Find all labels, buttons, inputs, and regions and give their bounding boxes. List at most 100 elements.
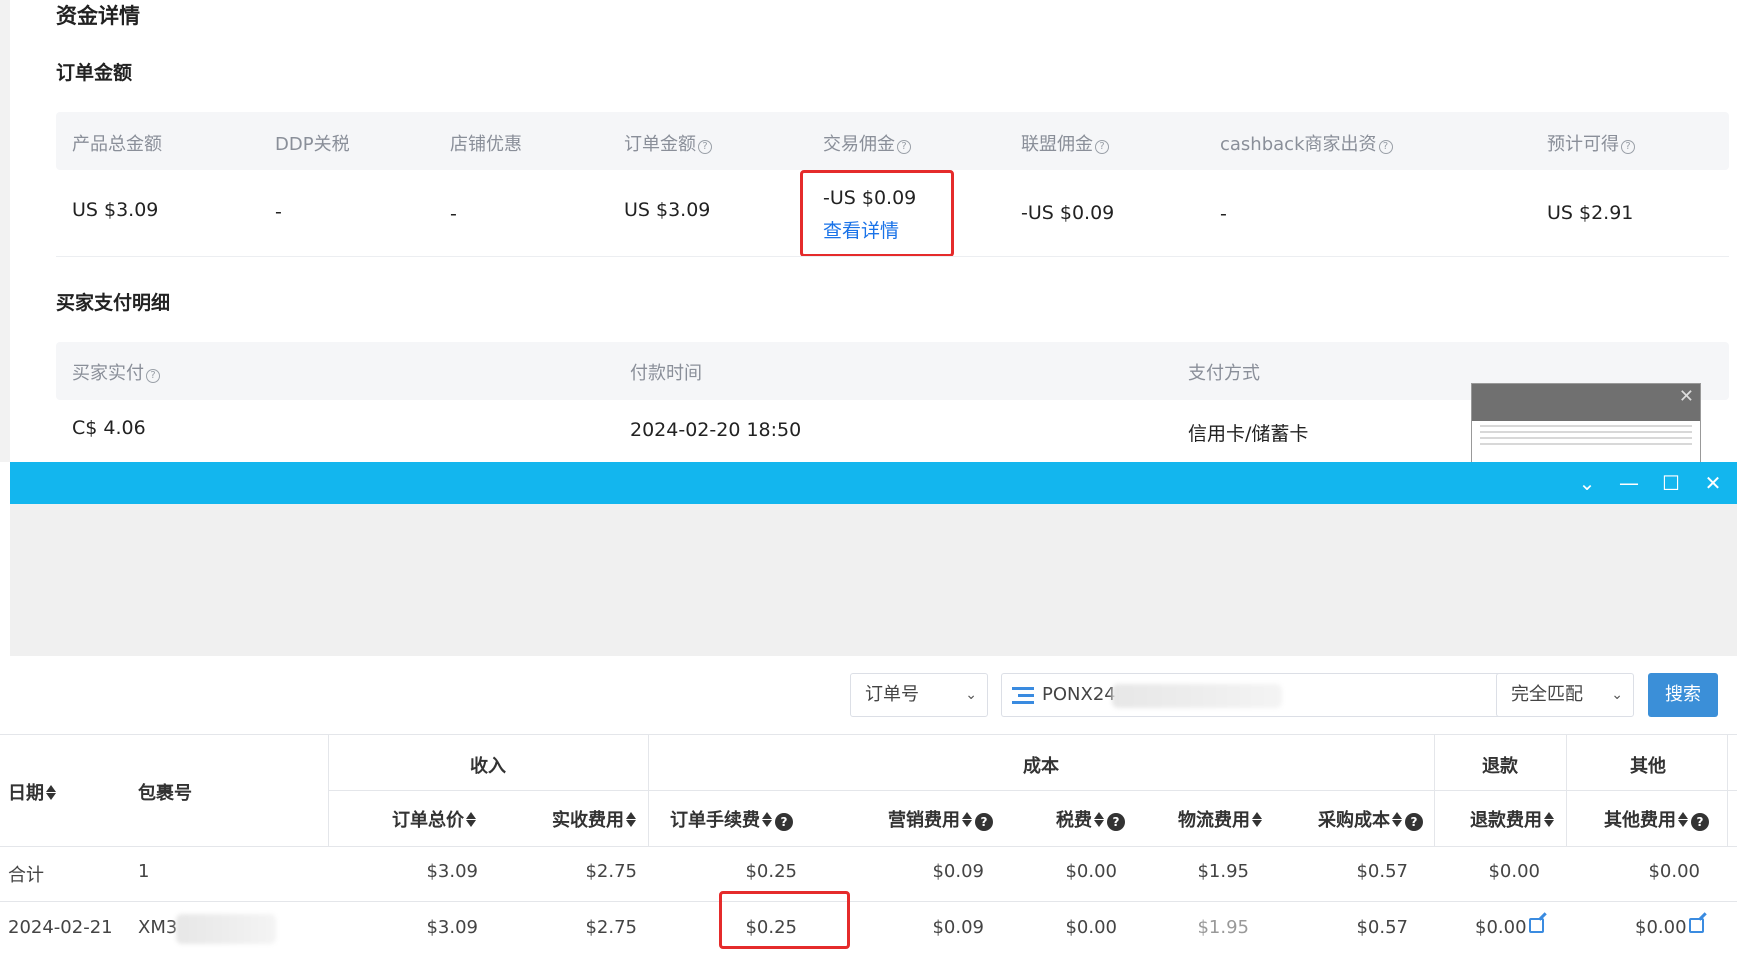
help-icon[interactable]: ? [897,140,911,154]
cell-refund-fee: $0.00 [1475,917,1544,938]
cell-marketing: $0.09 [932,917,984,938]
match-select-value: 完全匹配 [1511,684,1583,705]
sort-icon[interactable] [626,811,636,828]
sort-icon[interactable] [466,811,476,828]
cell-received: $2.75 [585,861,637,882]
page-title: 资金详情 [56,4,140,28]
field-select[interactable]: 订单号 ⌄ [850,673,988,717]
left-gutter [0,0,10,462]
col-order-fee[interactable]: 订单手续费? [670,806,793,832]
col-refund-fee-label: 退款费用 [1470,810,1542,831]
maximize-icon[interactable]: ☐ [1658,470,1684,496]
sort-icon[interactable] [762,811,772,828]
cell-pay-method: 信用卡/储蓄卡 [1188,423,1309,445]
sort-icon[interactable] [1094,811,1104,828]
window-titlebar[interactable]: ⌄ — ☐ ✕ [10,462,1737,504]
close-icon[interactable]: ✕ [1700,470,1726,496]
th-order-amount-label: 订单金额 [624,134,696,155]
group-other: 其他 [1630,756,1666,777]
close-icon[interactable]: ✕ [1679,388,1694,406]
th-expected-label: 预计可得 [1547,134,1619,155]
cell-logistics: $1.95 [1197,861,1249,882]
col-marketing[interactable]: 营销费用? [888,806,993,832]
group-refund: 退款 [1482,756,1518,777]
sort-icon[interactable] [46,784,56,801]
th-transaction-commission-label: 交易佣金 [823,134,895,155]
col-divider [328,734,329,846]
group-header-divider [328,790,1737,791]
col-tax[interactable]: 税费? [1056,806,1125,832]
th-pay-method: 支付方式 [1188,363,1260,384]
cell-order-total: $3.09 [426,861,478,882]
redacted-area [176,914,276,944]
col-order-fee-label: 订单手续费 [670,810,760,831]
col-divider [1566,734,1567,846]
cell-marketing: $0.09 [932,861,984,882]
sort-icon[interactable] [1678,811,1688,828]
col-purchase[interactable]: 采购成本? [1318,806,1423,832]
help-icon[interactable]: ? [1691,813,1709,831]
cell-package: 1 [138,861,150,882]
chevron-down-icon: ⌄ [965,687,977,703]
col-received[interactable]: 实收费用 [552,806,636,832]
col-logistics[interactable]: 物流费用 [1178,806,1262,832]
col-purchase-label: 采购成本 [1318,810,1390,831]
cell-order-amount: US $3.09 [624,199,711,221]
sort-icon[interactable] [1392,811,1402,828]
thumbnail-preview[interactable]: ✕ [1471,383,1701,462]
highlight-box [719,891,850,949]
match-select[interactable]: 完全匹配 ⌄ [1496,673,1634,717]
cell-date: 合计 [8,865,44,886]
cell-logistics: $1.95 [1197,917,1249,938]
th-product-total: 产品总金额 [72,134,162,155]
help-icon[interactable]: ? [1107,813,1125,831]
help-icon[interactable]: ? [146,369,160,383]
help-icon[interactable]: ? [1095,140,1109,154]
group-cost: 成本 [1023,756,1059,777]
col-order-total[interactable]: 订单总价 [392,806,476,832]
th-buyer-paid-label: 买家实付 [72,363,144,384]
help-icon[interactable]: ? [775,813,793,831]
cell-tax: $0.00 [1065,917,1117,938]
chevron-down-icon[interactable]: ⌄ [1574,470,1600,496]
cell-other-fee: $0.00 [1635,917,1704,938]
cell-pay-time: 2024-02-20 18:50 [630,419,802,441]
edit-icon[interactable] [1528,918,1544,933]
help-icon[interactable]: ? [1621,140,1635,154]
col-other-fee-label: 其他费用 [1604,810,1676,831]
col-other-fee[interactable]: 其他费用? [1604,806,1709,832]
col-refund-fee[interactable]: 退款费用 [1470,806,1554,832]
th-order-amount: 订单金额? [624,130,712,156]
finance-table: 收入 成本 退款 其他 日期 包裹号 订单总价 实收费用 订单手续费? 营销费用… [0,734,1737,954]
cell-purchase: $0.57 [1356,861,1408,882]
col-date-label: 日期 [8,783,44,804]
cell-ddp-duty: - [275,201,282,223]
chevron-down-icon: ⌄ [1611,687,1623,703]
help-icon[interactable]: ? [1378,140,1393,154]
sort-icon[interactable] [962,811,972,828]
th-pay-time: 付款时间 [630,363,702,384]
search-button[interactable]: 搜索 [1648,673,1718,717]
row-divider [56,256,1729,257]
help-icon[interactable]: ? [698,140,712,154]
cell-product-total: US $3.09 [72,199,159,221]
help-icon[interactable]: ? [975,813,993,831]
cell-other-fee-value: $0.00 [1635,917,1687,938]
blank-panel [10,504,1737,656]
minimize-icon[interactable]: — [1616,470,1642,496]
col-tax-label: 税费 [1056,810,1092,831]
th-buyer-paid: 买家实付? [72,359,160,385]
search-bar: 订单号 ⌄ PONX24 完全匹配 ⌄ 搜索 [10,656,1737,734]
help-icon[interactable]: ? [1405,813,1423,831]
th-ddp-duty: DDP关税 [275,134,350,155]
th-affiliate-commission: 联盟佣金? [1021,130,1109,156]
package-link[interactable]: XM3 [138,917,177,938]
col-date[interactable]: 日期 [8,779,56,805]
highlight-box [800,170,954,257]
cell-cashback: - [1220,203,1227,225]
cell-buyer-paid: C$ 4.06 [72,417,146,439]
search-input[interactable]: PONX24 [1001,673,1507,717]
sort-icon[interactable] [1252,811,1262,828]
sort-icon[interactable] [1544,811,1554,828]
edit-icon[interactable] [1688,918,1704,933]
